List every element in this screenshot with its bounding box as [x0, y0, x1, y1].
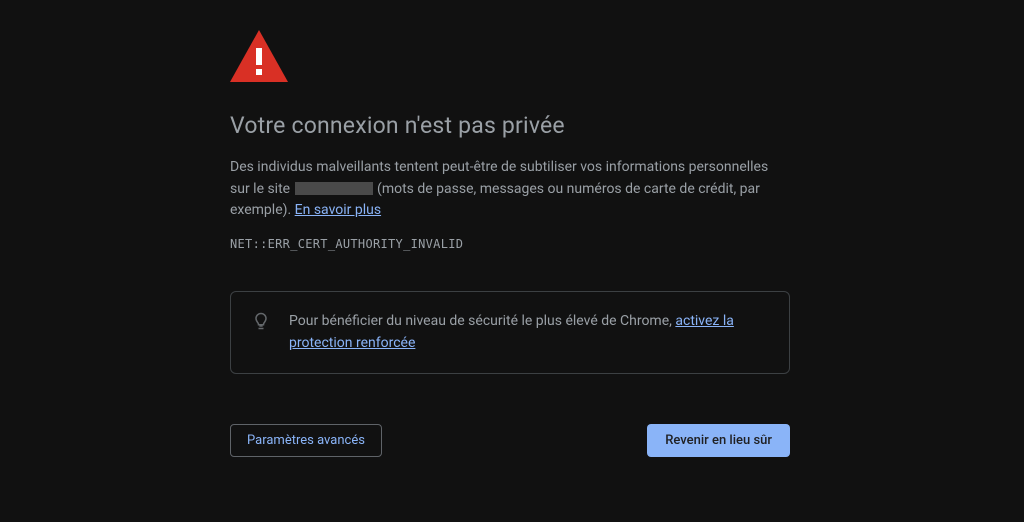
tip-text-part: Pour bénéficier du niveau de sécurité le… — [289, 313, 675, 329]
redacted-hostname — [295, 182, 373, 195]
back-to-safety-button[interactable]: Revenir en lieu sûr — [647, 424, 790, 457]
learn-more-link[interactable]: En savoir plus — [295, 202, 381, 218]
advanced-button[interactable]: Paramètres avancés — [230, 424, 382, 457]
lightbulb-icon — [251, 311, 271, 331]
warning-description: Des individus malveillants tentent peut-… — [230, 157, 790, 222]
warning-triangle-icon — [230, 30, 288, 82]
error-code: NET::ERR_CERT_AUTHORITY_INVALID — [230, 237, 790, 251]
tip-text: Pour bénéficier du niveau de sécurité le… — [289, 310, 769, 355]
page-title: Votre connexion n'est pas privée — [230, 112, 790, 139]
security-tip-box: Pour bénéficier du niveau de sécurité le… — [230, 291, 790, 374]
interstitial-content: Votre connexion n'est pas privée Des ind… — [230, 0, 790, 457]
button-row: Paramètres avancés Revenir en lieu sûr — [230, 424, 790, 457]
